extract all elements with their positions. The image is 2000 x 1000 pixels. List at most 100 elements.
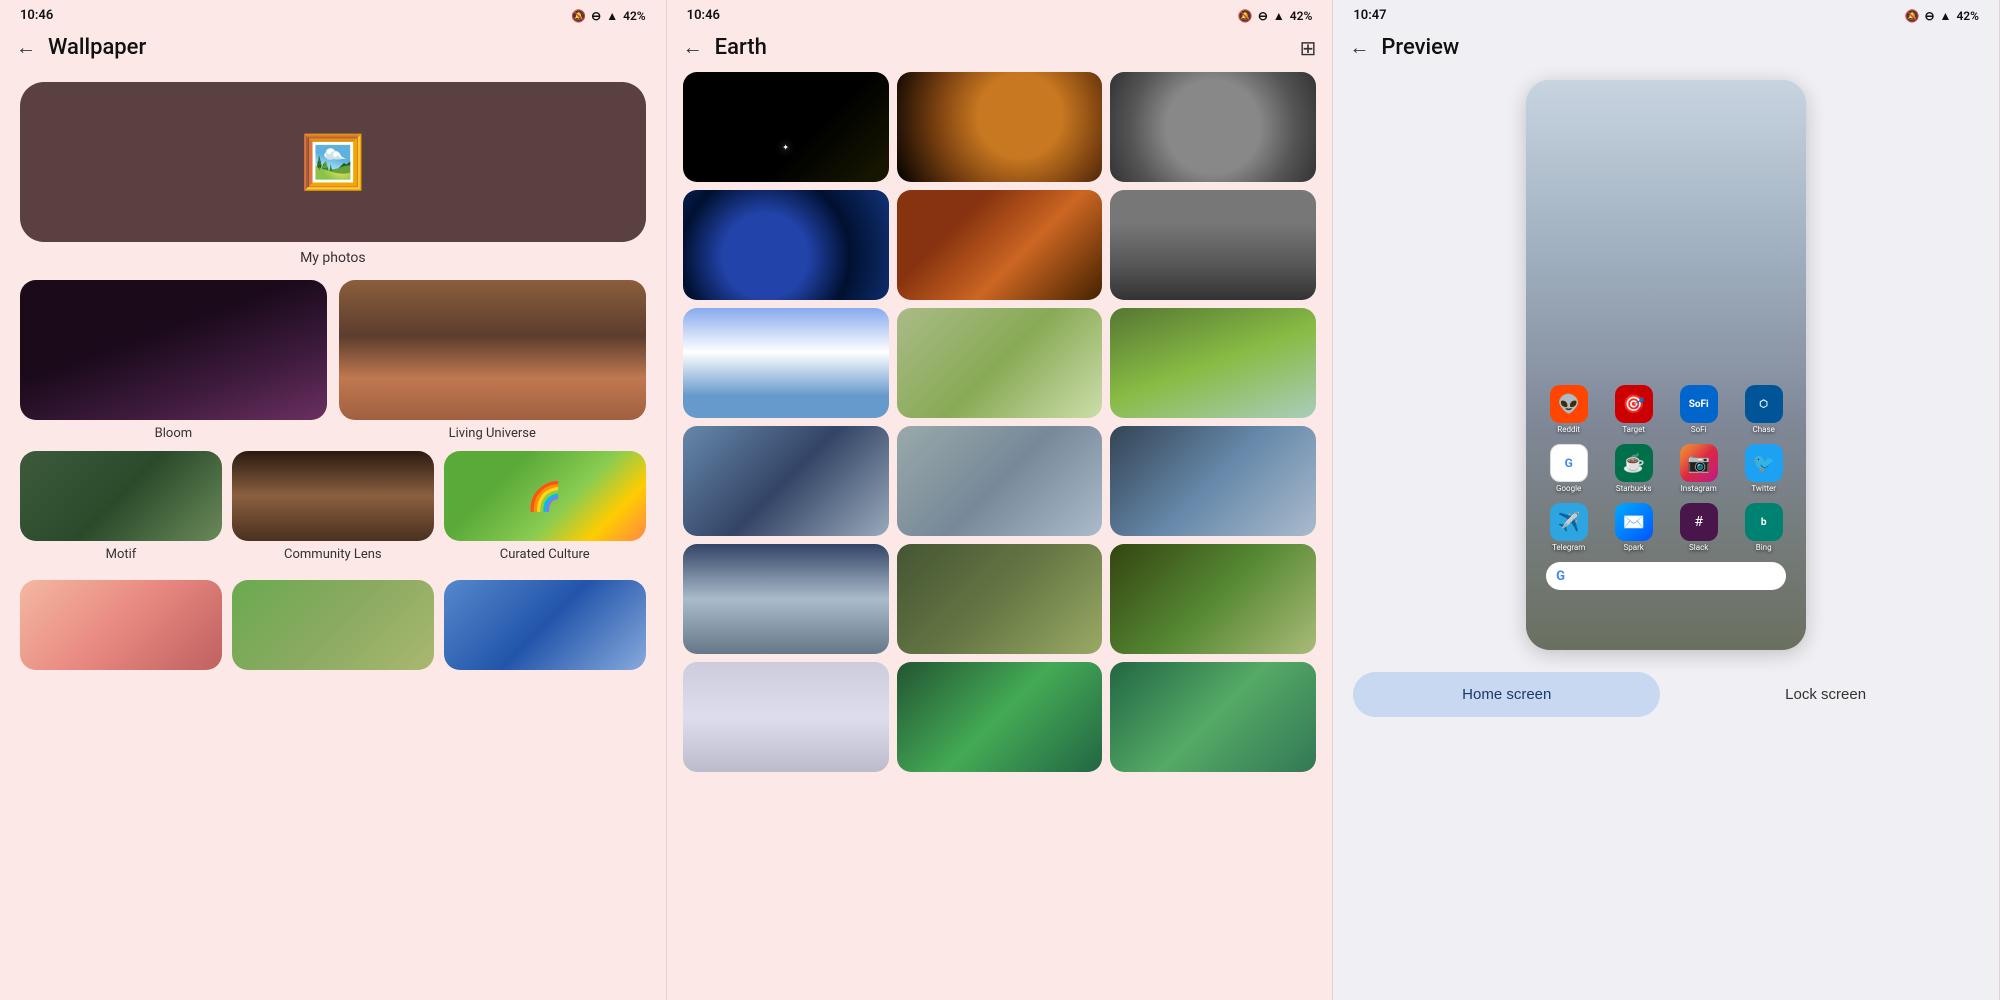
bing-icon: b <box>1745 503 1783 541</box>
back-button-2[interactable]: ← <box>683 35 703 60</box>
phone-mockup: 👽 Reddit 🎯 Target SoFi SoFi ⬡ Chase <box>1526 80 1806 650</box>
motif-thumb[interactable] <box>20 451 222 541</box>
app-bing: b Bing <box>1738 503 1790 552</box>
photos-icon: 🖼️ <box>300 132 365 193</box>
earth-thumb-2[interactable] <box>897 72 1103 182</box>
app-spark: ✉️ Spark <box>1608 503 1660 552</box>
chase-icon: ⬡ <box>1745 385 1783 423</box>
spark-label: Spark <box>1623 543 1643 552</box>
earth-title: Earth <box>715 35 767 60</box>
my-photos-banner[interactable]: 🖼️ <box>20 82 646 242</box>
status-icons-1: 🔕 ⊖ ▲ 42% <box>571 9 645 23</box>
app-reddit: 👽 Reddit <box>1543 385 1595 434</box>
earth-grid <box>667 72 1333 772</box>
app-row-3: ✈️ Telegram ✉️ Spark # Slack b Bing <box>1536 503 1796 552</box>
earth-action-icon[interactable]: ⊞ <box>1300 36 1317 60</box>
app-row-1: 👽 Reddit 🎯 Target SoFi SoFi ⬡ Chase <box>1536 385 1796 434</box>
wallpaper-categories-grid-3: Motif Community Lens 🌈 Curated Culture <box>0 441 666 562</box>
earth-panel: 10:46 🔕 ⊖ ▲ 42% ← Earth ⊞ <box>667 0 1334 1000</box>
app-chase: ⬡ Chase <box>1738 385 1790 434</box>
google-icon: G <box>1550 444 1588 482</box>
earth-thumb-7[interactable] <box>683 308 889 418</box>
bloom-thumb[interactable] <box>20 280 327 420</box>
twitter-icon: 🐦 <box>1745 444 1783 482</box>
wallpaper-panel: 10:46 🔕 ⊖ ▲ 42% ← Wallpaper 🖼️ My photos… <box>0 0 667 1000</box>
earth-thumb-13[interactable] <box>683 544 889 654</box>
photos-label: My photos <box>0 250 666 266</box>
twitter-label: Twitter <box>1751 484 1776 493</box>
motif-label: Motif <box>106 547 137 562</box>
wallpaper-bottom-row <box>0 570 666 670</box>
earth-thumb-16[interactable] <box>683 662 889 772</box>
earth-thumb-9[interactable] <box>1110 308 1316 418</box>
app-starbucks: ☕ Starbucks <box>1608 444 1660 493</box>
app-instagram: 📷 Instagram <box>1673 444 1725 493</box>
time-3: 10:47 <box>1353 8 1386 23</box>
chase-label: Chase <box>1753 425 1775 434</box>
wallpaper-item-row3c[interactable] <box>444 580 646 670</box>
earth-thumb-3[interactable] <box>1110 72 1316 182</box>
living-label: Living Universe <box>449 426 536 441</box>
curated-thumb[interactable]: 🌈 <box>444 451 646 541</box>
app-google: G Google <box>1543 444 1595 493</box>
instagram-icon: 📷 <box>1680 444 1718 482</box>
wallpaper-item-living[interactable]: Living Universe <box>339 280 646 441</box>
time-1: 10:46 <box>20 8 53 23</box>
app-telegram: ✈️ Telegram <box>1543 503 1595 552</box>
wallpaper-item-motif[interactable]: Motif <box>20 451 222 562</box>
community-thumb[interactable] <box>232 451 434 541</box>
earth-thumb-11[interactable] <box>897 426 1103 536</box>
preview-buttons: Home screen Lock screen <box>1333 662 1999 727</box>
phone-wallpaper: 👽 Reddit 🎯 Target SoFi SoFi ⬡ Chase <box>1526 80 1806 650</box>
wallpaper-item-community[interactable]: Community Lens <box>232 451 434 562</box>
preview-header: ← Preview <box>1333 27 1999 72</box>
preview-panel: 10:47 🔕 ⊖ ▲ 42% ← Preview 👽 Reddit 🎯 <box>1333 0 2000 1000</box>
time-2: 10:46 <box>687 8 720 23</box>
earth-thumb-12[interactable] <box>1110 426 1316 536</box>
living-thumb[interactable] <box>339 280 646 420</box>
wallpaper-header: ← Wallpaper <box>0 27 666 72</box>
app-row-2: G Google ☕ Starbucks 📷 Instagram 🐦 Twitt… <box>1536 444 1796 493</box>
back-button-1[interactable]: ← <box>16 35 36 60</box>
back-button-3[interactable]: ← <box>1349 35 1369 60</box>
google-label: Google <box>1556 484 1581 493</box>
status-bar-2: 10:46 🔕 ⊖ ▲ 42% <box>667 0 1333 27</box>
spark-icon: ✉️ <box>1615 503 1653 541</box>
telegram-label: Telegram <box>1552 543 1585 552</box>
earth-thumb-10[interactable] <box>683 426 889 536</box>
target-icon: 🎯 <box>1615 385 1653 423</box>
row3a-thumb[interactable] <box>20 580 222 670</box>
status-icons-3: 🔕 ⊖ ▲ 42% <box>1905 9 1979 23</box>
wallpaper-item-bloom[interactable]: Bloom <box>20 280 327 441</box>
row3b-thumb[interactable] <box>232 580 434 670</box>
wallpaper-item-row3a[interactable] <box>20 580 222 670</box>
earth-thumb-8[interactable] <box>897 308 1103 418</box>
bing-label: Bing <box>1756 543 1772 552</box>
earth-thumb-14[interactable] <box>897 544 1103 654</box>
earth-thumb-18[interactable] <box>1110 662 1316 772</box>
row3c-thumb[interactable] <box>444 580 646 670</box>
earth-thumb-15[interactable] <box>1110 544 1316 654</box>
wallpaper-item-row3b[interactable] <box>232 580 434 670</box>
slack-icon: # <box>1680 503 1718 541</box>
curated-label: Curated Culture <box>500 547 590 562</box>
wallpaper-title: Wallpaper <box>48 35 146 60</box>
earth-thumb-5[interactable] <box>897 190 1103 300</box>
status-bar-3: 10:47 🔕 ⊖ ▲ 42% <box>1333 0 1999 27</box>
earth-thumb-1[interactable] <box>683 72 889 182</box>
phone-app-grid: 👽 Reddit 🎯 Target SoFi SoFi ⬡ Chase <box>1526 385 1806 590</box>
home-screen-button[interactable]: Home screen <box>1353 672 1660 717</box>
starbucks-label: Starbucks <box>1616 484 1652 493</box>
wallpaper-categories-grid: Bloom Living Universe <box>0 280 666 441</box>
wallpaper-item-curated[interactable]: 🌈 Curated Culture <box>444 451 646 562</box>
earth-thumb-6[interactable] <box>1110 190 1316 300</box>
google-g-icon: G <box>1556 569 1565 584</box>
earth-thumb-4[interactable] <box>683 190 889 300</box>
slack-label: Slack <box>1689 543 1708 552</box>
starbucks-icon: ☕ <box>1615 444 1653 482</box>
app-target: 🎯 Target <box>1608 385 1660 434</box>
earth-thumb-17[interactable] <box>897 662 1103 772</box>
phone-search-bar: G <box>1546 562 1786 590</box>
lock-screen-button[interactable]: Lock screen <box>1672 672 1979 717</box>
target-label: Target <box>1622 425 1645 434</box>
